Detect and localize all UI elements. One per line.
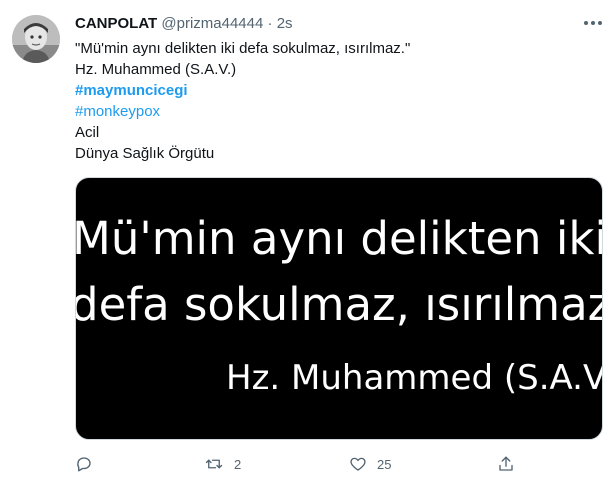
tweet-text: "Mü'min aynı delikten iki defa sokulmaz,… xyxy=(75,38,595,164)
tweet-image[interactable]: Mü'min aynı delikten iki defa sokulmaz, … xyxy=(75,177,603,440)
retweet-button[interactable]: 2 xyxy=(204,452,241,476)
author-handle[interactable]: @prizma44444 xyxy=(161,15,263,32)
text-line-acil: Acil xyxy=(75,124,100,141)
hashtag-monkeypox[interactable]: #monkeypox xyxy=(75,101,595,122)
like-count: 25 xyxy=(377,456,392,472)
retweet-count: 2 xyxy=(234,456,242,472)
header-separator: · xyxy=(267,15,273,32)
reply-icon xyxy=(75,455,93,473)
image-text-line-3: Hz. Muhammed (S.A.V.) xyxy=(226,358,603,398)
tweet-actions: 2 25 xyxy=(75,452,525,476)
avatar[interactable] xyxy=(12,15,60,63)
text-line-who: Dünya Sağlık Örgütu xyxy=(75,145,215,162)
hashtag-maymuncicegi[interactable]: #maymuncicegi xyxy=(75,80,595,101)
tweet-header: CANPOLAT @prizma44444 · 2s xyxy=(75,14,293,34)
like-button[interactable]: 25 xyxy=(349,452,391,476)
image-text-line-2: defa sokulmaz, ısırılmaz xyxy=(75,278,603,331)
reply-button[interactable] xyxy=(75,452,103,476)
tweet[interactable]: CANPOLAT @prizma44444 · 2s "Mü'min aynı … xyxy=(0,0,614,487)
share-icon xyxy=(497,455,515,473)
share-button[interactable] xyxy=(497,452,515,476)
attribution-line: Hz. Muhammed (S.A.V.) xyxy=(75,61,237,78)
more-options-icon[interactable] xyxy=(578,10,608,36)
tweet-timestamp[interactable]: 2s xyxy=(277,15,293,32)
heart-icon xyxy=(349,455,367,473)
retweet-icon xyxy=(204,455,224,473)
image-text-line-1: Mü'min aynı delikten iki xyxy=(75,212,603,265)
author-name[interactable]: CANPOLAT xyxy=(75,15,157,32)
quote-line: "Mü'min aynı delikten iki defa sokulmaz,… xyxy=(75,40,411,57)
